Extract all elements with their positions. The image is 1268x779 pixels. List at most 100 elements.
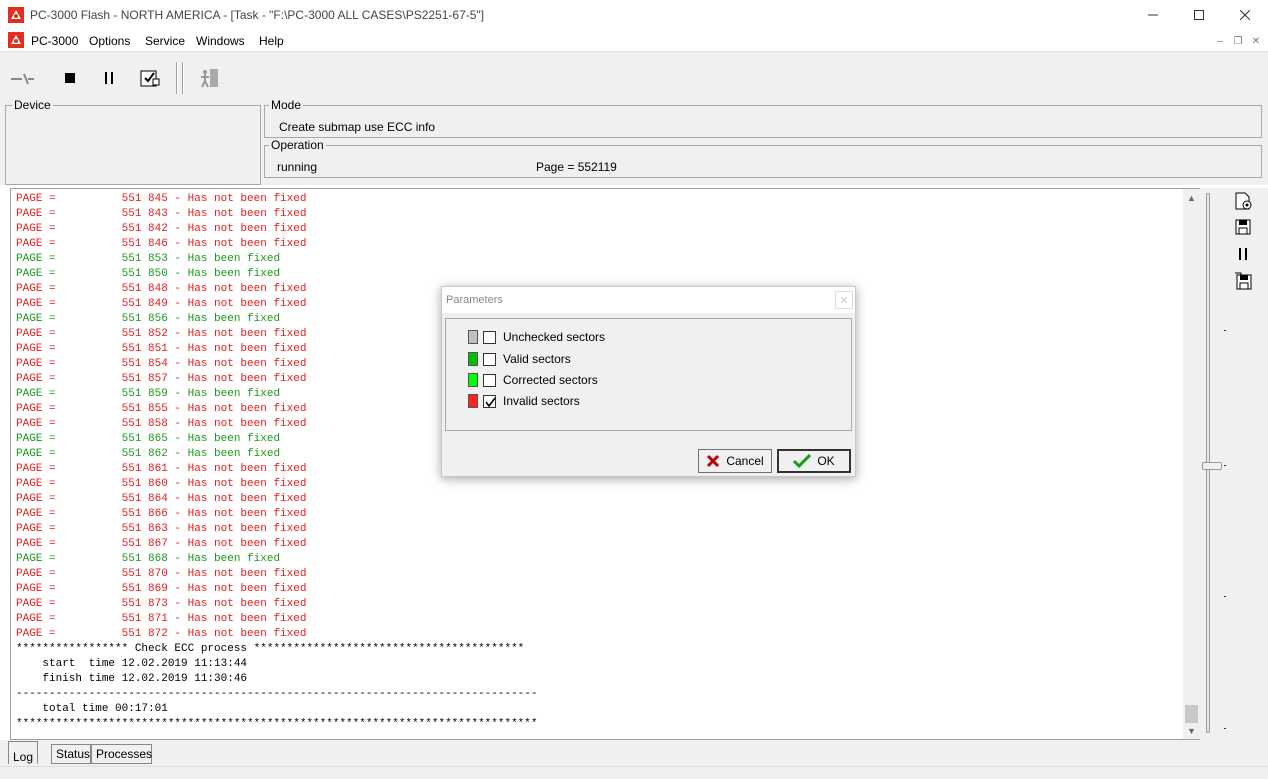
log-line: PAGE = 551 845 - Has not been fixed (16, 193, 307, 205)
menu-pc3000[interactable]: PC-3000 (31, 34, 78, 48)
floppy-export-icon (1235, 272, 1252, 290)
maximize-icon (1194, 10, 1204, 20)
valid-sectors-label: Valid sectors (503, 352, 571, 366)
title-bar: PC-3000 Flash - NORTH AMERICA - [Task - … (0, 0, 1268, 30)
legend-row-invalid: Invalid sectors (468, 393, 580, 409)
log-line: ----------------------------------------… (16, 688, 538, 700)
mode-label: Mode (269, 98, 304, 112)
legend-row-valid: Valid sectors (468, 351, 571, 367)
exit-door-icon (201, 69, 218, 88)
slider-tick (1224, 596, 1226, 597)
status-bar (0, 766, 1268, 779)
log-line: PAGE = 551 846 - Has not been fixed (16, 238, 307, 250)
corrected-color-swatch (468, 373, 478, 387)
toolbar-separator (176, 62, 178, 94)
exit-button[interactable] (198, 66, 222, 90)
plug-icon (11, 73, 34, 85)
mode-group: Mode Create submap use ECC info (264, 98, 1262, 138)
mdi-minimize-icon[interactable]: – (1212, 34, 1228, 48)
info-panels: Device Mode Create submap use ECC info O… (0, 97, 1268, 185)
stop-button[interactable] (58, 66, 82, 90)
legend-row-unchecked: Unchecked sectors (468, 329, 605, 345)
ok-button[interactable]: OK (777, 449, 851, 473)
corrected-sectors-checkbox[interactable] (483, 373, 496, 387)
menu-service[interactable]: Service (145, 34, 185, 48)
right-control-strip (1200, 188, 1268, 740)
task-check-button[interactable] (138, 66, 162, 90)
close-button[interactable] (1222, 0, 1268, 30)
menu-help[interactable]: Help (259, 34, 284, 48)
invalid-sectors-label: Invalid sectors (503, 394, 580, 408)
tab-status[interactable]: Status (51, 744, 91, 764)
device-group: Device (5, 98, 261, 185)
log-line: PAGE = 551 869 - Has not been fixed (16, 583, 307, 595)
sector-legend-group: Unchecked sectors Valid sectors Correcte… (445, 318, 852, 431)
legend-row-corrected: Corrected sectors (468, 372, 598, 388)
page-gear-icon (1235, 192, 1252, 210)
app-logo-icon (8, 7, 24, 23)
log-line: PAGE = 551 863 - Has not been fixed (16, 523, 307, 535)
close-icon (1240, 10, 1250, 20)
parameters-dialog: Parameters ✕ Unchecked sectors Valid sec… (441, 286, 856, 477)
tab-log[interactable]: Log (8, 741, 38, 764)
log-line: PAGE = 551 843 - Has not been fixed (16, 208, 307, 220)
unchecked-sectors-checkbox[interactable] (483, 330, 496, 344)
mdi-restore-icon[interactable]: ❐ (1230, 34, 1246, 48)
invalid-sectors-checkbox[interactable] (483, 394, 496, 408)
settings-page-button[interactable] (1232, 190, 1254, 212)
dialog-close-icon[interactable]: ✕ (835, 291, 853, 309)
log-line: PAGE = 551 866 - Has not been fixed (16, 508, 307, 520)
scroll-up-icon[interactable]: ▲ (1183, 189, 1200, 206)
log-line: ****************************************… (16, 718, 538, 730)
scroll-thumb[interactable] (1185, 705, 1198, 723)
floppy-disk-icon (1235, 219, 1251, 235)
window-title: PC-3000 Flash - NORTH AMERICA - [Task - … (30, 8, 485, 22)
connect-button[interactable] (10, 66, 34, 90)
toolbar-separator (182, 62, 184, 94)
clipboard-check-icon (140, 70, 160, 87)
menu-windows[interactable]: Windows (196, 34, 245, 48)
maximize-button[interactable] (1176, 0, 1222, 30)
dialog-title-bar[interactable]: Parameters ✕ (442, 287, 855, 313)
unchecked-sectors-label: Unchecked sectors (503, 330, 606, 344)
valid-color-swatch (468, 352, 478, 366)
mdi-close-icon[interactable]: ✕ (1248, 34, 1264, 48)
slider-tick (1224, 465, 1226, 466)
pause-button[interactable] (97, 66, 121, 90)
save-as-button[interactable] (1232, 270, 1254, 292)
cancel-label: Cancel (726, 454, 764, 468)
menu-options[interactable]: Options (89, 34, 130, 48)
log-vertical-scrollbar[interactable]: ▲ ▼ (1183, 189, 1200, 739)
log-line: total time 00:17:01 (16, 703, 168, 715)
mode-value: Create submap use ECC info (279, 120, 436, 134)
operation-label: Operation (269, 138, 326, 152)
log-line: PAGE = 551 867 - Has not been fixed (16, 538, 307, 550)
pause-log-button[interactable] (1232, 243, 1254, 265)
zoom-slider-thumb[interactable] (1202, 462, 1222, 470)
log-line: PAGE = 551 872 - Has not been fixed (16, 628, 307, 640)
bottom-tabs: Log Status Processes (0, 740, 1268, 766)
device-label: Device (12, 98, 53, 112)
corrected-sectors-label: Corrected sectors (503, 373, 598, 387)
log-line: PAGE = 551 864 - Has not been fixed (16, 493, 307, 505)
save-button[interactable] (1232, 216, 1254, 238)
unchecked-color-swatch (468, 330, 478, 344)
log-line: start time 12.02.2019 11:13:44 (16, 658, 248, 670)
log-line: PAGE = 551 850 - Has been fixed (16, 268, 281, 280)
menu-bar: PC-3000 Options Service Windows Help – ❐… (0, 30, 1268, 51)
stop-icon (65, 73, 75, 83)
log-line: PAGE = 551 871 - Has not been fixed (16, 613, 307, 625)
pause-icon (1239, 248, 1247, 260)
log-line: PAGE = 551 868 - Has been fixed (16, 553, 281, 565)
valid-sectors-checkbox[interactable] (483, 352, 496, 366)
minimize-button[interactable] (1130, 0, 1176, 30)
cancel-button[interactable]: Cancel (698, 449, 772, 473)
menu-app-icon[interactable] (8, 32, 24, 48)
invalid-color-swatch (468, 394, 478, 408)
scroll-down-icon[interactable]: ▼ (1183, 722, 1200, 739)
minimize-icon (1148, 14, 1158, 16)
dialog-title: Parameters (446, 294, 503, 306)
log-line: ***************** Check ECC process ****… (16, 643, 525, 655)
tab-processes[interactable]: Processes (91, 744, 152, 764)
log-line: PAGE = 551 870 - Has not been fixed (16, 568, 307, 580)
